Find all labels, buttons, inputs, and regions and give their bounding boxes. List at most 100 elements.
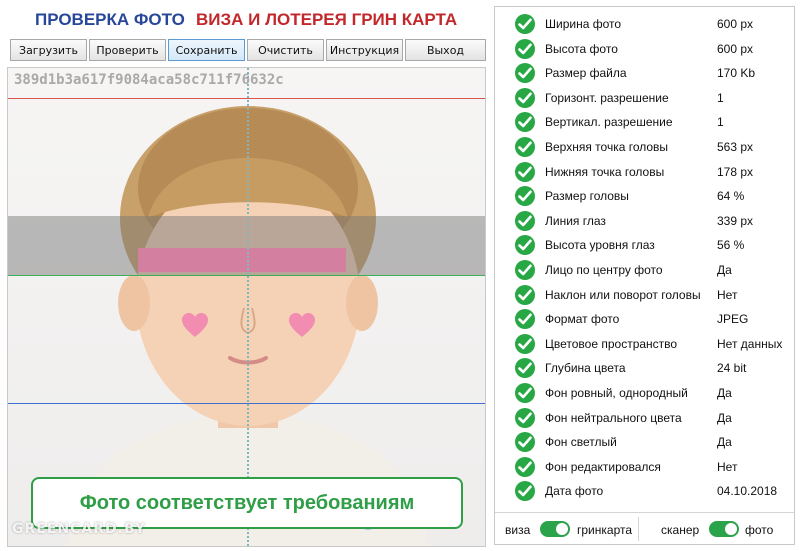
result-label: Фон редактировался: [545, 459, 661, 474]
result-label: Дата фото: [545, 484, 604, 499]
toolbar: Загрузить Проверить Сохранить Очистить И…: [10, 39, 486, 61]
check-circle-icon: [515, 309, 535, 330]
result-row: Размер головы 64 %: [495, 184, 794, 209]
result-value: Нет: [717, 287, 738, 302]
check-circle-icon: [515, 137, 535, 157]
result-value: 600 px: [717, 17, 754, 31]
result-value: JPEG: [717, 312, 749, 327]
center-guide-line: [247, 68, 249, 546]
footer-divider: [638, 517, 639, 541]
result-row: Высота фото 600 px: [495, 37, 794, 62]
photo-label: фото: [745, 523, 774, 537]
results-panel: Ширина фото 600 px Высота фото 600 px Размер…: [494, 6, 795, 545]
check-circle-icon: [515, 210, 535, 231]
check-circle-icon: [515, 358, 535, 379]
result-label: Размер головы: [545, 189, 629, 204]
visa-label: виза: [505, 523, 531, 537]
result-row: Фон нейтрального цвета Да: [495, 406, 794, 431]
check-circle-icon: [515, 235, 535, 256]
right-heart-icon: [289, 313, 315, 337]
check-button[interactable]: Проверить: [89, 39, 166, 61]
result-value: Да: [717, 435, 732, 450]
result-value: 56 %: [717, 238, 745, 253]
save-button[interactable]: Сохранить: [168, 39, 245, 61]
visa-greencard-toggle[interactable]: [540, 521, 570, 537]
check-circle-icon: [515, 481, 535, 502]
result-label: Нижняя точка головы: [545, 164, 665, 179]
check-circle-icon: [515, 260, 535, 280]
check-circle-icon: [515, 432, 535, 453]
result-label: Линия глаз: [545, 213, 606, 228]
result-value: Да: [717, 263, 732, 277]
check-circle-icon: [515, 407, 535, 428]
result-label: Вертикал. разрешение: [545, 115, 673, 130]
title-photo-check: ПРОВЕРКА ФОТО: [35, 10, 185, 29]
eye-censor-bar: [138, 248, 346, 272]
result-value: 563 px: [717, 140, 754, 154]
result-value: 1: [717, 90, 724, 105]
result-row: Верхняя точка головы 563 px: [495, 135, 794, 160]
result-row: Ширина фото 600 px: [495, 12, 794, 37]
result-value: 600 px: [717, 41, 754, 56]
result-row: Фон светлый Да: [495, 430, 794, 455]
result-row: Нижняя точка головы 178 px: [495, 160, 794, 185]
check-circle-icon: [515, 284, 535, 305]
result-row: Дата фото 04.10.2018: [495, 479, 794, 504]
result-label: Формат фото: [545, 312, 620, 327]
title-visa-lottery: ВИЗА И ЛОТЕРЕЯ ГРИН КАРТА: [196, 10, 458, 29]
check-circle-icon: [515, 112, 535, 133]
greencard-label: гринкарта: [577, 523, 633, 537]
result-value: 178 px: [717, 164, 754, 179]
result-label: Высота уровня глаз: [545, 238, 655, 253]
result-row: Горизонт. разрешение 1: [495, 86, 794, 111]
result-row: Высота уровня глаз 56 %: [495, 233, 794, 258]
result-label: Горизонт. разрешение: [545, 90, 669, 105]
result-value: 1: [717, 115, 724, 130]
mode-toggles: виза гринкарта сканер фото: [495, 512, 794, 545]
photo-preview: 389d1b3a617f9084aca58c711f76632c Фото со…: [7, 67, 486, 547]
check-circle-icon: [515, 383, 535, 403]
result-row: Лицо по центру фото Да: [495, 258, 794, 283]
check-circle-icon: [515, 333, 535, 354]
result-label: Высота фото: [545, 41, 618, 56]
result-label: Размер файла: [545, 66, 627, 81]
result-label: Верхняя точка головы: [545, 140, 669, 154]
result-label: Лицо по центру фото: [545, 263, 663, 277]
result-row: Размер файла 170 Kb: [495, 61, 794, 86]
result-value: Да: [717, 410, 732, 425]
result-value: 04.10.2018: [717, 484, 778, 499]
result-row: Фон ровный, однородный Да: [495, 381, 794, 406]
check-circle-icon: [515, 38, 535, 59]
exit-button[interactable]: Выход: [405, 39, 486, 61]
result-value: Да: [717, 386, 732, 400]
result-row: Линия глаз 339 px: [495, 209, 794, 234]
photo-hash: 389d1b3a617f9084aca58c711f76632c: [14, 72, 284, 88]
check-circle-icon: [515, 87, 535, 108]
result-row: Фон редактировался Нет: [495, 455, 794, 480]
result-label: Глубина цвета: [545, 361, 626, 376]
result-value: 170 Kb: [717, 66, 756, 81]
scanner-photo-toggle[interactable]: [709, 521, 739, 537]
result-value: Нет: [717, 459, 738, 474]
result-value: 339 px: [717, 213, 754, 228]
check-circle-icon: [515, 161, 535, 182]
app-title: ПРОВЕРКА ФОТО ВИЗА И ЛОТЕРЕЯ ГРИН КАРТА: [0, 8, 490, 32]
check-circle-icon: [515, 14, 535, 34]
load-button[interactable]: Загрузить: [10, 39, 87, 61]
result-row: Формат фото JPEG: [495, 307, 794, 332]
result-label: Фон нейтрального цвета: [545, 410, 682, 425]
result-row: Наклон или поворот головы Нет: [495, 283, 794, 308]
site-watermark: GREENCARD.BY: [12, 521, 146, 537]
result-value: 64 %: [717, 189, 745, 204]
clear-button[interactable]: Очистить: [247, 39, 324, 61]
scanner-label: сканер: [661, 523, 700, 537]
result-label: Фон светлый: [545, 435, 617, 450]
result-value: Нет данных: [717, 336, 783, 351]
result-value: 24 bit: [717, 361, 747, 376]
result-label: Цветовое пространство: [545, 336, 678, 351]
result-label: Наклон или поворот головы: [545, 287, 701, 302]
result-label: Ширина фото: [545, 17, 622, 31]
result-row: Цветовое пространство Нет данных: [495, 332, 794, 357]
left-heart-icon: [182, 313, 208, 337]
instructions-button[interactable]: Инструкция: [326, 39, 403, 61]
